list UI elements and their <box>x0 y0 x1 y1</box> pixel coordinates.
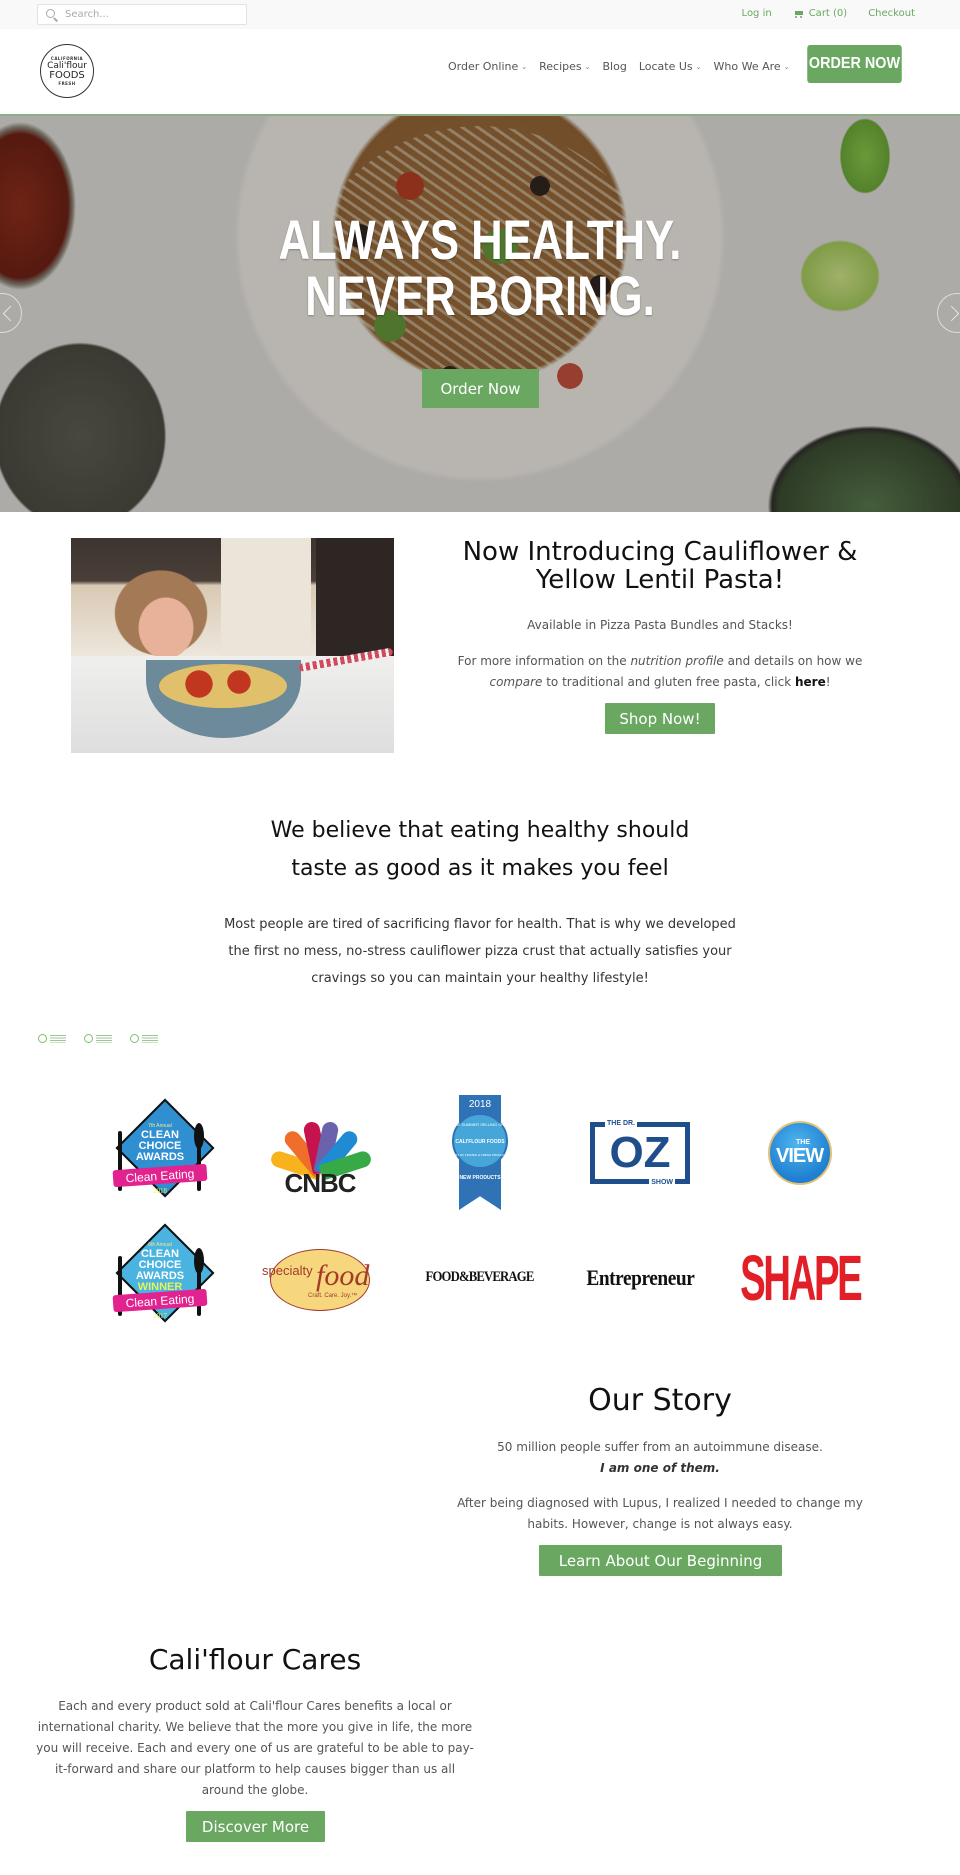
feature-badges <box>38 1034 158 1043</box>
nav-label: Recipes <box>539 60 582 73</box>
info-text: For more information on the <box>457 654 631 668</box>
info-text: ! <box>825 675 831 689</box>
press-the-view[interactable]: THE VIEW <box>720 1090 880 1215</box>
chevron-down-icon: ⌄ <box>695 63 702 71</box>
hero-order-now-button[interactable]: Order Now <box>422 369 539 408</box>
clock-icon <box>38 1034 47 1043</box>
press-kehe[interactable]: 2018 KEHE SUMMER SELLING SHOW CALI'FLOUR… <box>400 1090 560 1215</box>
story-line-2: I am one of them. <box>600 1461 720 1475</box>
nutrition-profile-text: nutrition profile <box>630 654 724 668</box>
shape-logo: SHAPE <box>739 1241 863 1314</box>
believe-heading: We believe that eating healthy should ta… <box>200 812 760 888</box>
nav-order-online[interactable]: Order Online ⌄ <box>448 60 527 73</box>
info-text: and details on how we <box>723 654 863 668</box>
nav-label: Blog <box>602 60 627 73</box>
cart-label: Cart (0) <box>808 8 848 19</box>
believe-heading-line: We believe that eating healthy should <box>270 818 690 843</box>
checkout-link[interactable]: Checkout <box>868 8 915 19</box>
nav-who-we-are[interactable]: Who We Are ⌄ <box>714 60 790 73</box>
login-link[interactable]: Log in <box>742 8 772 19</box>
dr-oz-show-logo: THE DR. OZ SHOW <box>590 1119 690 1186</box>
learn-about-beginning-button[interactable]: Learn About Our Beginning <box>539 1545 782 1576</box>
pasta-info: For more information on the nutrition pr… <box>440 651 880 693</box>
shop-now-button[interactable]: Shop Now! <box>605 703 715 734</box>
press-entrepreneur[interactable]: Entrepreneur <box>560 1215 720 1340</box>
discover-more-button[interactable]: Discover More <box>186 1811 325 1842</box>
here-link[interactable]: here <box>795 675 826 689</box>
story-intro: 50 million people suffer from an autoimm… <box>440 1437 880 1479</box>
logo-bottom-text: FRESH <box>58 81 76 86</box>
chevron-down-icon: ⌄ <box>783 63 790 71</box>
cares-heading: Cali'flour Cares <box>148 1643 362 1676</box>
hero-line-1: ALWAYS HEALTHY. <box>278 208 682 271</box>
cnbc-logo: CNBC <box>260 1103 380 1203</box>
press-cnbc[interactable]: CNBC <box>240 1090 400 1215</box>
kehe-award-ribbon: 2018 KEHE SUMMER SELLING SHOW CALI'FLOUR… <box>449 1095 511 1210</box>
search-box[interactable] <box>37 4 247 25</box>
press-clean-choice-2017[interactable]: 6th Annual CLEAN CHOICE AWARDS WINNER Cl… <box>80 1215 240 1340</box>
clean-choice-awards-2018-logo: 7th Annual CLEAN CHOICE AWARDS Clean Eat… <box>110 1098 215 1203</box>
cart-link[interactable]: Cart (0) <box>793 8 848 19</box>
story-line-1: 50 million people suffer from an autoimm… <box>497 1440 823 1454</box>
info-text: to traditional and gluten free pasta, cl… <box>542 675 795 689</box>
entrepreneur-logo: Entrepreneur <box>585 1264 694 1290</box>
pasta-heading: Now Introducing Cauliflower & Yellow Len… <box>462 537 858 595</box>
pasta-availability: Available in Pizza Pasta Bundles and Sta… <box>527 618 793 632</box>
kid-pasta-image <box>71 538 394 753</box>
nav-locate-us[interactable]: Locate Us ⌄ <box>639 60 702 73</box>
account-links: Log in Cart (0) Checkout <box>742 8 915 19</box>
clean-choice-awards-2017-logo: 6th Annual CLEAN CHOICE AWARDS WINNER Cl… <box>110 1223 215 1328</box>
nav-label: Order Online <box>448 60 519 73</box>
story-heading: Our Story <box>588 1383 732 1418</box>
chevron-down-icon: ⌄ <box>521 63 528 71</box>
food-beverage-logo: FOOD&BEVERAGE <box>426 1269 535 1285</box>
main-nav: Order Online ⌄ Recipes ⌄ Blog Locate Us ⌄ W… <box>448 60 790 73</box>
cart-icon <box>793 9 804 19</box>
press-specialty-food[interactable]: specialty food Craft. Care. Joy.™ <box>240 1215 400 1340</box>
nav-blog[interactable]: Blog <box>603 60 627 73</box>
hero-line-2: NEVER BORING. <box>305 264 655 327</box>
press-food-beverage[interactable]: FOOD&BEVERAGE <box>400 1215 560 1340</box>
believe-body: Most people are tired of sacrificing fla… <box>224 917 736 986</box>
the-view-logo: THE VIEW <box>768 1120 832 1185</box>
smile-badge <box>130 1034 158 1043</box>
order-now-header-button[interactable]: ORDER NOW <box>807 45 902 83</box>
search-input[interactable] <box>65 9 245 20</box>
hero-headline: ALWAYS HEALTHY. NEVER BORING. <box>106 212 855 324</box>
press-shape[interactable]: SHAPE <box>720 1215 880 1340</box>
press-logos: 7th Annual CLEAN CHOICE AWARDS Clean Eat… <box>80 1090 880 1340</box>
clock-badge <box>38 1034 66 1043</box>
top-bar: Log in Cart (0) Checkout <box>0 0 960 29</box>
chevron-down-icon: ⌄ <box>584 63 591 71</box>
hero-slider: ALWAYS HEALTHY. NEVER BORING. Order Now <box>0 116 960 512</box>
nav-label: Who We Are <box>713 60 781 73</box>
story-body: After being diagnosed with Lupus, I real… <box>457 1496 863 1531</box>
logo-name-2: FOODS <box>49 70 85 81</box>
leaf-badge <box>84 1034 112 1043</box>
califlour-logo[interactable]: CALIFORNIA Cali'flour FOODS FRESH <box>40 44 94 98</box>
nav-recipes[interactable]: Recipes ⌄ <box>539 60 590 73</box>
press-dr-oz[interactable]: THE DR. OZ SHOW <box>560 1090 720 1215</box>
compare-text: compare <box>489 675 543 689</box>
smile-icon <box>130 1034 139 1043</box>
site-header: CALIFORNIA Cali'flour FOODS FRESH Order … <box>0 29 960 115</box>
press-clean-choice-2018[interactable]: 7th Annual CLEAN CHOICE AWARDS Clean Eat… <box>80 1090 240 1215</box>
nav-label: Locate Us <box>638 60 693 73</box>
cares-body: Each and every product sold at Cali'flou… <box>36 1699 474 1797</box>
believe-heading-line: taste as good as it makes you feel <box>291 856 669 881</box>
search-icon <box>43 6 61 24</box>
leaf-icon <box>84 1034 93 1043</box>
specialty-food-logo: specialty food Craft. Care. Joy.™ <box>260 1243 380 1313</box>
